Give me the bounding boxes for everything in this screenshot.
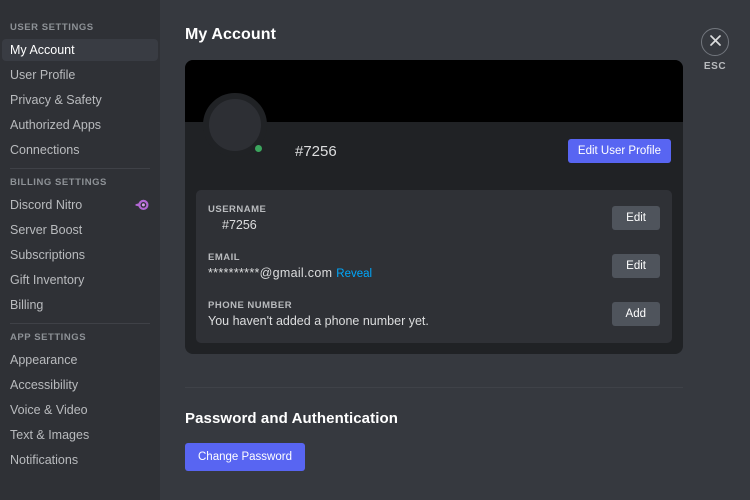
sidebar-item-label: My Account bbox=[10, 43, 75, 57]
sidebar-item-label: Billing bbox=[10, 298, 44, 312]
sidebar-item-label: Notifications bbox=[10, 453, 79, 467]
avatar[interactable] bbox=[203, 93, 267, 157]
sidebar-item-label: Connections bbox=[10, 143, 80, 157]
sidebar-item-subscriptions[interactable]: Subscriptions bbox=[2, 244, 158, 266]
account-card: #7256 Edit User Profile USERNAME #7256 E… bbox=[185, 60, 683, 354]
page-title: My Account bbox=[185, 26, 277, 43]
settings-sidebar: USER SETTINGS My Account User Profile Pr… bbox=[0, 0, 160, 500]
sidebar-item-label: Subscriptions bbox=[10, 248, 86, 262]
sidebar-heading-user-settings: USER SETTINGS bbox=[10, 22, 94, 33]
close-settings-button[interactable]: ESC bbox=[692, 28, 738, 72]
status-indicator-online bbox=[252, 142, 265, 155]
sidebar-item-gift-inventory[interactable]: Gift Inventory bbox=[2, 269, 158, 291]
account-fields-panel: USERNAME #7256 Edit EMAIL **********@gma… bbox=[196, 190, 672, 343]
sidebar-heading-app-settings: APP SETTINGS bbox=[10, 332, 87, 343]
nitro-badge-icon bbox=[135, 199, 150, 211]
sidebar-item-notifications[interactable]: Notifications bbox=[2, 449, 158, 471]
discord-user-settings-window: USER SETTINGS My Account User Profile Pr… bbox=[0, 0, 750, 500]
sidebar-item-label: Gift Inventory bbox=[10, 273, 85, 287]
sidebar-item-privacy-and-safety[interactable]: Privacy & Safety bbox=[2, 89, 158, 111]
field-row-username: USERNAME #7256 Edit bbox=[208, 201, 660, 235]
sidebar-item-label: User Profile bbox=[10, 68, 76, 82]
sidebar-item-my-account[interactable]: My Account bbox=[2, 39, 158, 61]
sidebar-divider bbox=[10, 168, 150, 169]
close-icon bbox=[701, 28, 729, 56]
password-section-title: Password and Authentication bbox=[185, 410, 399, 427]
esc-label: ESC bbox=[703, 61, 727, 72]
field-row-phone-number: PHONE NUMBER You haven't added a phone n… bbox=[208, 297, 660, 331]
sidebar-item-user-profile[interactable]: User Profile bbox=[2, 64, 158, 86]
field-value-phone-number: You haven't added a phone number yet. bbox=[208, 314, 429, 328]
field-text: USERNAME #7256 bbox=[208, 204, 612, 232]
sidebar-item-label: Voice & Video bbox=[10, 403, 88, 417]
field-value-username: #7256 bbox=[222, 218, 257, 232]
edit-user-profile-button[interactable]: Edit User Profile bbox=[567, 139, 671, 163]
sidebar-item-authorized-apps[interactable]: Authorized Apps bbox=[2, 114, 158, 136]
sidebar-item-server-boost[interactable]: Server Boost bbox=[2, 219, 158, 241]
sidebar-item-label: Text & Images bbox=[10, 428, 90, 442]
field-label-email: EMAIL bbox=[208, 252, 241, 263]
account-display-name: #7256 bbox=[295, 142, 337, 160]
sidebar-item-text-and-images[interactable]: Text & Images bbox=[2, 424, 158, 446]
field-label-username: USERNAME bbox=[208, 204, 267, 215]
field-value-email: **********@gmail.com Reveal bbox=[208, 266, 612, 280]
field-row-email: EMAIL **********@gmail.com Reveal Edit bbox=[208, 249, 660, 283]
sidebar-divider bbox=[10, 323, 150, 324]
change-password-button[interactable]: Change Password bbox=[185, 443, 305, 471]
sidebar-item-appearance[interactable]: Appearance bbox=[2, 349, 158, 371]
email-masked-value: **********@gmail.com bbox=[208, 266, 333, 280]
sidebar-item-label: Appearance bbox=[10, 353, 78, 367]
field-text: PHONE NUMBER You haven't added a phone n… bbox=[208, 300, 612, 328]
settings-content: My Account #7256 Edit User Profile USERN… bbox=[160, 0, 750, 500]
sidebar-heading-billing-settings: BILLING SETTINGS bbox=[10, 177, 107, 188]
edit-email-button[interactable]: Edit bbox=[612, 254, 660, 278]
sidebar-item-accessibility[interactable]: Accessibility bbox=[2, 374, 158, 396]
sidebar-item-voice-and-video[interactable]: Voice & Video bbox=[2, 399, 158, 421]
field-label-phone-number: PHONE NUMBER bbox=[208, 300, 293, 311]
sidebar-item-billing[interactable]: Billing bbox=[2, 294, 158, 316]
sidebar-item-label: Discord Nitro bbox=[10, 198, 83, 212]
field-text: EMAIL **********@gmail.com Reveal bbox=[208, 252, 612, 280]
edit-username-button[interactable]: Edit bbox=[612, 206, 660, 230]
sidebar-item-label: Privacy & Safety bbox=[10, 93, 102, 107]
reveal-email-link[interactable]: Reveal bbox=[336, 268, 372, 280]
sidebar-item-label: Server Boost bbox=[10, 223, 83, 237]
sidebar-item-label: Accessibility bbox=[10, 378, 79, 392]
sidebar-item-label: Authorized Apps bbox=[10, 118, 102, 132]
sidebar-item-discord-nitro[interactable]: Discord Nitro bbox=[2, 194, 158, 216]
add-phone-number-button[interactable]: Add bbox=[611, 302, 660, 326]
account-card-header: #7256 Edit User Profile bbox=[185, 93, 683, 180]
section-divider bbox=[185, 387, 683, 388]
sidebar-item-connections[interactable]: Connections bbox=[2, 139, 158, 161]
